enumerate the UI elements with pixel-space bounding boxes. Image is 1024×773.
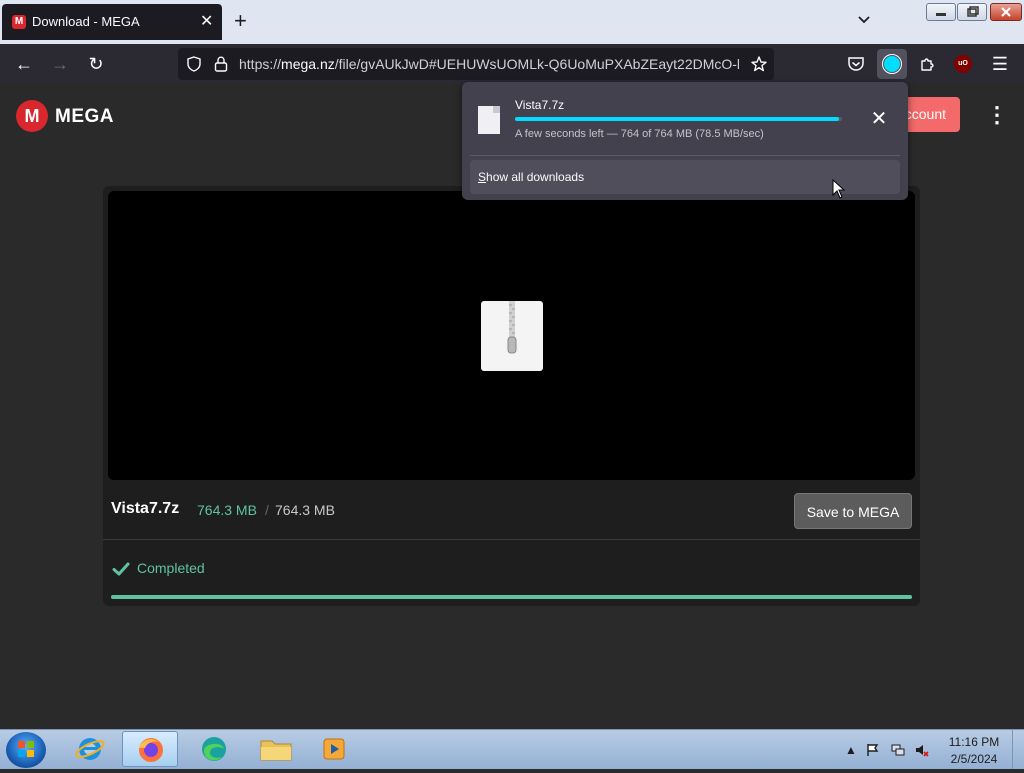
shield-icon[interactable] (186, 56, 202, 72)
extensions-puzzle-icon[interactable] (919, 55, 937, 73)
bookmark-star-icon[interactable] (750, 55, 768, 73)
close-window-button[interactable] (990, 3, 1022, 21)
reload-icon[interactable]: ↻ (86, 54, 106, 74)
taskbar-internet-explorer[interactable] (62, 731, 118, 767)
file-preview (108, 191, 915, 480)
minimize-button[interactable] (926, 3, 956, 21)
folder-icon (260, 740, 292, 761)
download-panel-status: A few seconds left — 764 of 764 MB (78.5… (515, 128, 764, 140)
back-icon[interactable]: ← (14, 54, 34, 74)
tab-bar: M Download - MEGA ✕ + (0, 0, 1024, 44)
download-status: Completed (137, 560, 205, 576)
file-download-card: Vista7.7z 764.3 MB / 764.3 MB Save to ME… (103, 186, 920, 606)
list-all-tabs-icon[interactable] (856, 12, 872, 28)
url-bar[interactable]: https://mega.nz/file/gvAUkJwD#UEHUWsUOML… (178, 48, 774, 80)
ublock-origin-icon[interactable]: uO (954, 55, 972, 73)
taskbar-firefox[interactable] (122, 731, 178, 767)
mouse-cursor-icon (832, 179, 846, 199)
tab-close-button[interactable]: ✕ (200, 11, 213, 31)
mega-logo-icon[interactable]: M (16, 100, 48, 132)
cancel-download-icon[interactable]: ✕ (868, 108, 890, 130)
show-desktop-button[interactable] (1012, 730, 1024, 769)
media-player-icon (323, 738, 345, 760)
restore-icon (967, 6, 979, 17)
close-icon (1001, 7, 1011, 17)
navigation-toolbar: ← → ↻ https://mega.nz/file/gvAUkJwD#UEHU… (0, 44, 1024, 84)
firefox-icon (139, 738, 163, 762)
windows-taskbar: ▲ 11:16 PM 2/5/2024 (0, 729, 1024, 769)
more-options-icon[interactable]: ⋮ (986, 104, 1008, 128)
show-all-downloads-label: Show all downloads (478, 170, 585, 184)
download-progress-fill (111, 595, 912, 599)
mega-favicon-icon: M (12, 15, 26, 29)
pocket-icon[interactable] (847, 56, 865, 72)
start-button[interactable] (6, 732, 46, 768)
downloads-progress-icon (882, 54, 902, 74)
save-to-mega-button[interactable]: Save to MEGA (794, 493, 912, 529)
taskbar-explorer[interactable] (248, 731, 304, 767)
app-menu-icon[interactable]: ☰ (990, 54, 1010, 74)
file-name: Vista7.7z (111, 500, 180, 517)
network-icon[interactable] (891, 743, 905, 757)
restore-button[interactable] (957, 3, 987, 21)
downloaded-size: 764.3 MB (197, 502, 257, 518)
download-progress-bar (111, 595, 912, 599)
action-center-flag-icon[interactable] (866, 743, 880, 757)
total-size: 764.3 MB (275, 502, 335, 518)
tab-title: Download - MEGA (32, 14, 140, 29)
volume-muted-icon[interactable] (915, 743, 929, 757)
panel-divider (470, 155, 900, 156)
size-separator: / (265, 502, 269, 518)
tab-download-mega[interactable]: M Download - MEGA ✕ (2, 4, 222, 40)
clock-time[interactable]: 11:16 PM (946, 735, 1002, 749)
show-hidden-icons[interactable]: ▲ (844, 743, 858, 757)
file-icon (478, 106, 500, 134)
taskbar-edge[interactable] (186, 731, 242, 767)
windows-logo-icon (18, 741, 34, 757)
new-tab-button[interactable]: + (234, 10, 247, 32)
minimize-icon (936, 13, 946, 16)
forward-icon[interactable]: → (50, 54, 70, 74)
lock-icon[interactable] (213, 55, 229, 73)
mega-logo-text[interactable]: MEGA (55, 106, 114, 128)
clock-date[interactable]: 2/5/2024 (946, 752, 1002, 766)
internet-explorer-icon (75, 738, 105, 760)
download-panel-progress-fill (515, 117, 839, 121)
download-file-name[interactable]: Vista7.7z (515, 98, 564, 112)
taskbar-media-player[interactable] (306, 731, 362, 767)
edge-icon (202, 737, 226, 761)
card-divider (103, 539, 920, 540)
zip-file-icon (481, 301, 543, 371)
downloads-button[interactable] (877, 49, 907, 79)
download-panel-progress-bar (515, 117, 842, 121)
checkmark-icon (112, 562, 130, 576)
url-text[interactable]: https://mega.nz/file/gvAUkJwD#UEHUWsUOML… (239, 56, 739, 72)
